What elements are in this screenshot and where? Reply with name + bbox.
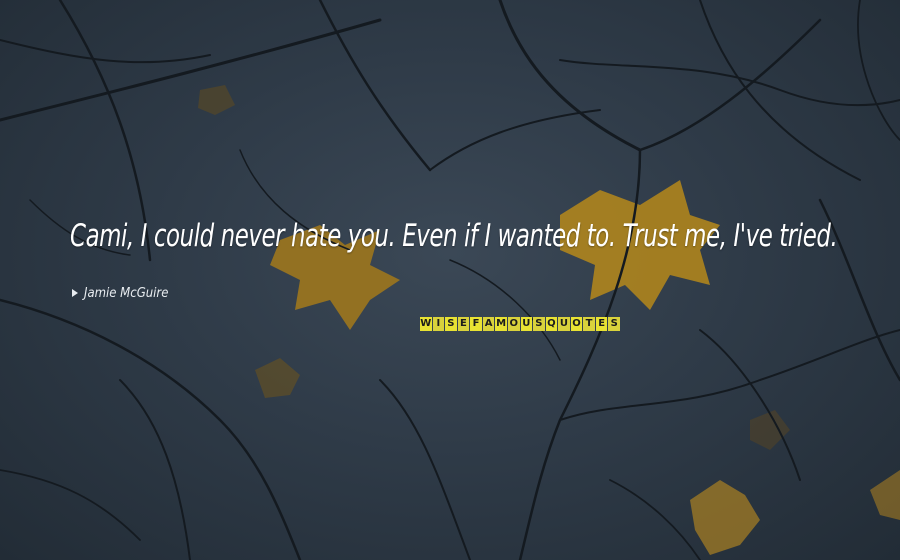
author-row[interactable]: Jamie McGuire	[70, 285, 168, 301]
author-name[interactable]: Jamie McGuire	[84, 286, 168, 301]
logo-letter: A	[482, 317, 495, 331]
logo-letter: U	[558, 317, 570, 331]
logo-letter: I	[432, 317, 445, 331]
leaf	[255, 358, 300, 398]
logo-letter: U	[520, 317, 533, 331]
logo-letter: E	[457, 317, 470, 331]
leaf	[198, 85, 235, 115]
logo-letter: O	[507, 317, 520, 331]
leaf	[690, 480, 760, 555]
wisefamousquotes-logo: W I S E F A M O U S Q U O T E S	[420, 317, 620, 331]
chevron-right-icon	[72, 289, 78, 297]
logo-letter: E	[595, 317, 608, 331]
logo-letter: O	[570, 317, 583, 331]
quote-image: Cami, I could never hate you. Even if I …	[0, 0, 900, 560]
logo-letter: M	[495, 317, 507, 331]
logo-letter: S	[533, 317, 545, 331]
leaf	[870, 470, 900, 520]
quote-text: Cami, I could never hate you. Even if I …	[70, 218, 838, 254]
branches	[0, 0, 900, 560]
logo-letter: S	[445, 317, 457, 331]
logo-letter: Q	[545, 317, 558, 331]
background-scene	[0, 0, 900, 560]
logo-letter: F	[470, 317, 482, 331]
leaf	[750, 410, 790, 450]
logo-letter: W	[420, 317, 432, 331]
logo-letter: T	[583, 317, 595, 331]
logo-letter: S	[608, 317, 620, 331]
